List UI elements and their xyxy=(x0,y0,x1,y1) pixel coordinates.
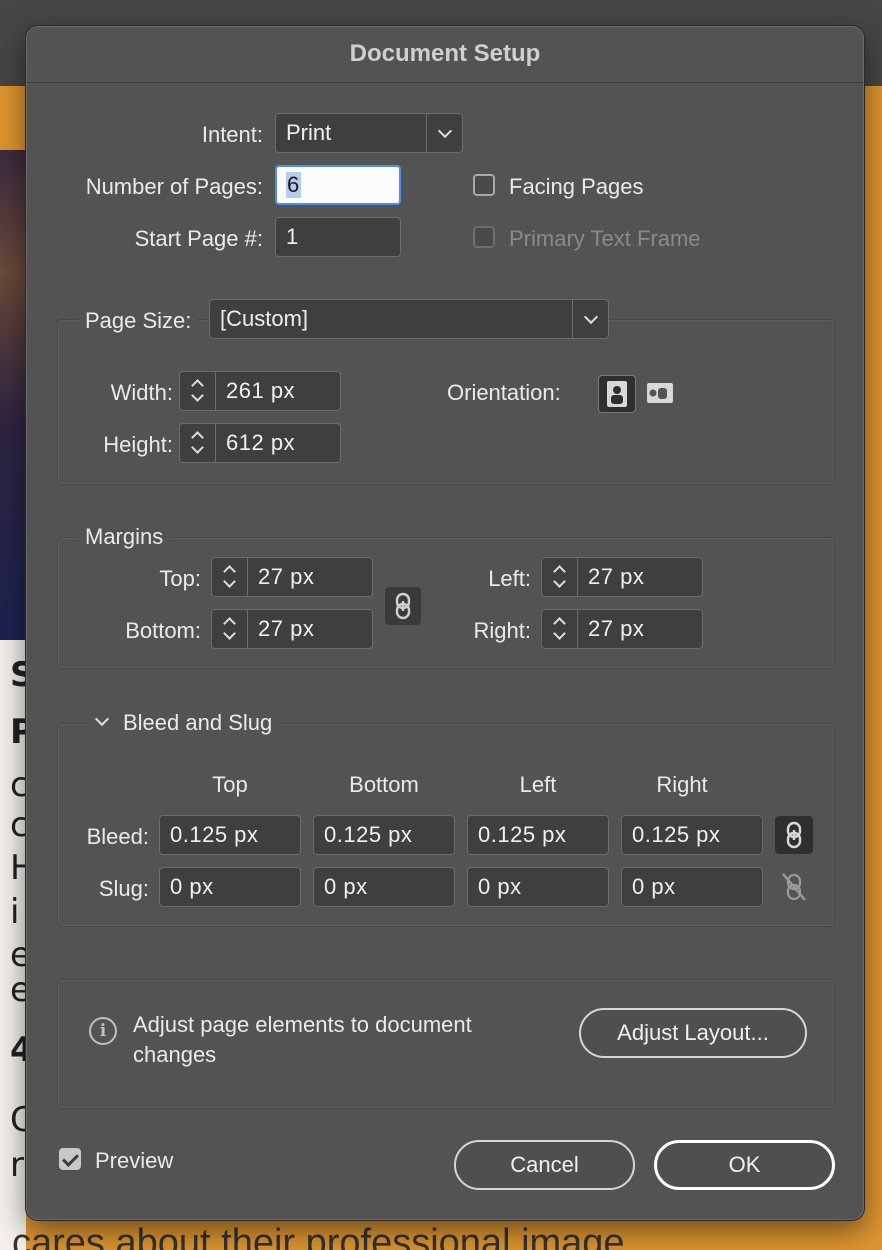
margin-left-stepper[interactable]: 27 px xyxy=(541,557,703,597)
stepper-arrows[interactable] xyxy=(180,372,216,410)
stepper-arrows[interactable] xyxy=(542,610,578,648)
cancel-button[interactable]: Cancel xyxy=(454,1140,635,1190)
stepper-arrows[interactable] xyxy=(212,610,248,648)
doc-letter: i xyxy=(10,892,20,932)
bleed-bottom-input[interactable]: 0.125 px xyxy=(313,815,455,855)
bleed-slug-toggle[interactable]: Bleed and Slug xyxy=(87,709,279,737)
chevron-down-icon[interactable] xyxy=(572,300,608,338)
dialog-title: Document Setup xyxy=(27,27,863,83)
doc-letter: r xyxy=(10,1145,24,1185)
start-page-label: Start Page #: xyxy=(134,226,263,251)
doc-body-text: cares about their professional image xyxy=(12,1222,625,1250)
stepper-arrows[interactable] xyxy=(180,424,216,462)
bleed-header-bottom: Bottom xyxy=(349,772,419,797)
stepper-arrows[interactable] xyxy=(212,558,248,596)
stepper-arrows[interactable] xyxy=(542,558,578,596)
margin-left-value: 27 px xyxy=(588,564,645,589)
adjust-text-line1: Adjust page elements to document xyxy=(133,1012,472,1037)
slug-bottom-input[interactable]: 0 px xyxy=(313,867,455,907)
bleed-header-top: Top xyxy=(212,772,248,797)
bleed-right-input[interactable]: 0.125 px xyxy=(621,815,763,855)
width-value: 261 px xyxy=(226,378,296,403)
chevron-down-icon[interactable] xyxy=(426,114,462,152)
page-size-label: Page Size: xyxy=(79,307,198,335)
margin-right-stepper[interactable]: 27 px xyxy=(541,609,703,649)
width-stepper[interactable]: 261 px xyxy=(179,371,341,411)
margins-group xyxy=(57,537,835,669)
intent-value: Print xyxy=(286,120,332,145)
margin-left-label: Left: xyxy=(488,566,531,591)
orientation-label: Orientation: xyxy=(447,380,561,405)
unlink-slug-icon[interactable] xyxy=(775,868,813,906)
link-bleed-icon[interactable] xyxy=(775,816,813,854)
facing-pages-label: Facing Pages xyxy=(509,174,644,199)
height-value: 612 px xyxy=(226,430,296,455)
intent-label: Intent: xyxy=(201,122,263,147)
margin-right-value: 27 px xyxy=(588,616,645,641)
facing-pages-checkbox[interactable] xyxy=(473,174,495,196)
margin-bottom-stepper[interactable]: 27 px xyxy=(211,609,373,649)
margin-top-label: Top: xyxy=(159,566,201,591)
document-photo xyxy=(0,150,26,640)
page-size-dropdown[interactable]: [Custom] xyxy=(209,299,609,339)
height-label: Height: xyxy=(103,432,173,457)
bleed-slug-legend: Bleed and Slug xyxy=(123,710,273,735)
preview-label: Preview xyxy=(95,1148,174,1173)
bleed-header-right: Right xyxy=(656,772,708,797)
margin-bottom-label: Bottom: xyxy=(125,618,201,643)
slug-top-input[interactable]: 0 px xyxy=(159,867,301,907)
page-size-value: [Custom] xyxy=(220,306,309,331)
width-label: Width: xyxy=(110,380,173,405)
slug-right-input[interactable]: 0 px xyxy=(621,867,763,907)
margins-legend: Margins xyxy=(79,523,170,551)
bleed-label: Bleed: xyxy=(86,824,149,849)
margin-top-value: 27 px xyxy=(258,564,315,589)
portrait-orientation-icon[interactable] xyxy=(598,375,636,413)
page-size-group xyxy=(57,319,835,485)
slug-label: Slug: xyxy=(98,876,149,901)
primary-text-frame-checkbox[interactable] xyxy=(473,226,495,248)
number-of-pages-input[interactable]: 6 xyxy=(275,165,401,205)
info-icon: i xyxy=(89,1017,117,1045)
adjust-text-line2: changes xyxy=(133,1042,217,1067)
intent-dropdown[interactable]: Print xyxy=(275,113,463,153)
height-stepper[interactable]: 612 px xyxy=(179,423,341,463)
primary-text-frame-label: Primary Text Frame xyxy=(509,226,701,251)
slug-left-input[interactable]: 0 px xyxy=(467,867,609,907)
ok-button[interactable]: OK xyxy=(654,1140,835,1190)
link-margins-icon[interactable] xyxy=(385,587,421,625)
bleed-header-left: Left xyxy=(519,772,557,797)
margin-bottom-value: 27 px xyxy=(258,616,315,641)
start-page-input[interactable]: 1 xyxy=(275,217,401,257)
landscape-orientation-icon[interactable] xyxy=(641,375,679,413)
number-of-pages-value: 6 xyxy=(286,172,301,198)
margin-top-stepper[interactable]: 27 px xyxy=(211,557,373,597)
document-setup-dialog: Document Setup Intent: Print Number of P… xyxy=(26,26,864,1220)
adjust-layout-button[interactable]: Adjust Layout... xyxy=(579,1008,807,1058)
chevron-down-icon xyxy=(94,711,110,727)
bleed-left-input[interactable]: 0.125 px xyxy=(467,815,609,855)
bleed-top-input[interactable]: 0.125 px xyxy=(159,815,301,855)
preview-checkbox[interactable] xyxy=(59,1148,81,1170)
margin-right-label: Right: xyxy=(473,618,531,643)
number-of-pages-label: Number of Pages: xyxy=(85,174,263,199)
